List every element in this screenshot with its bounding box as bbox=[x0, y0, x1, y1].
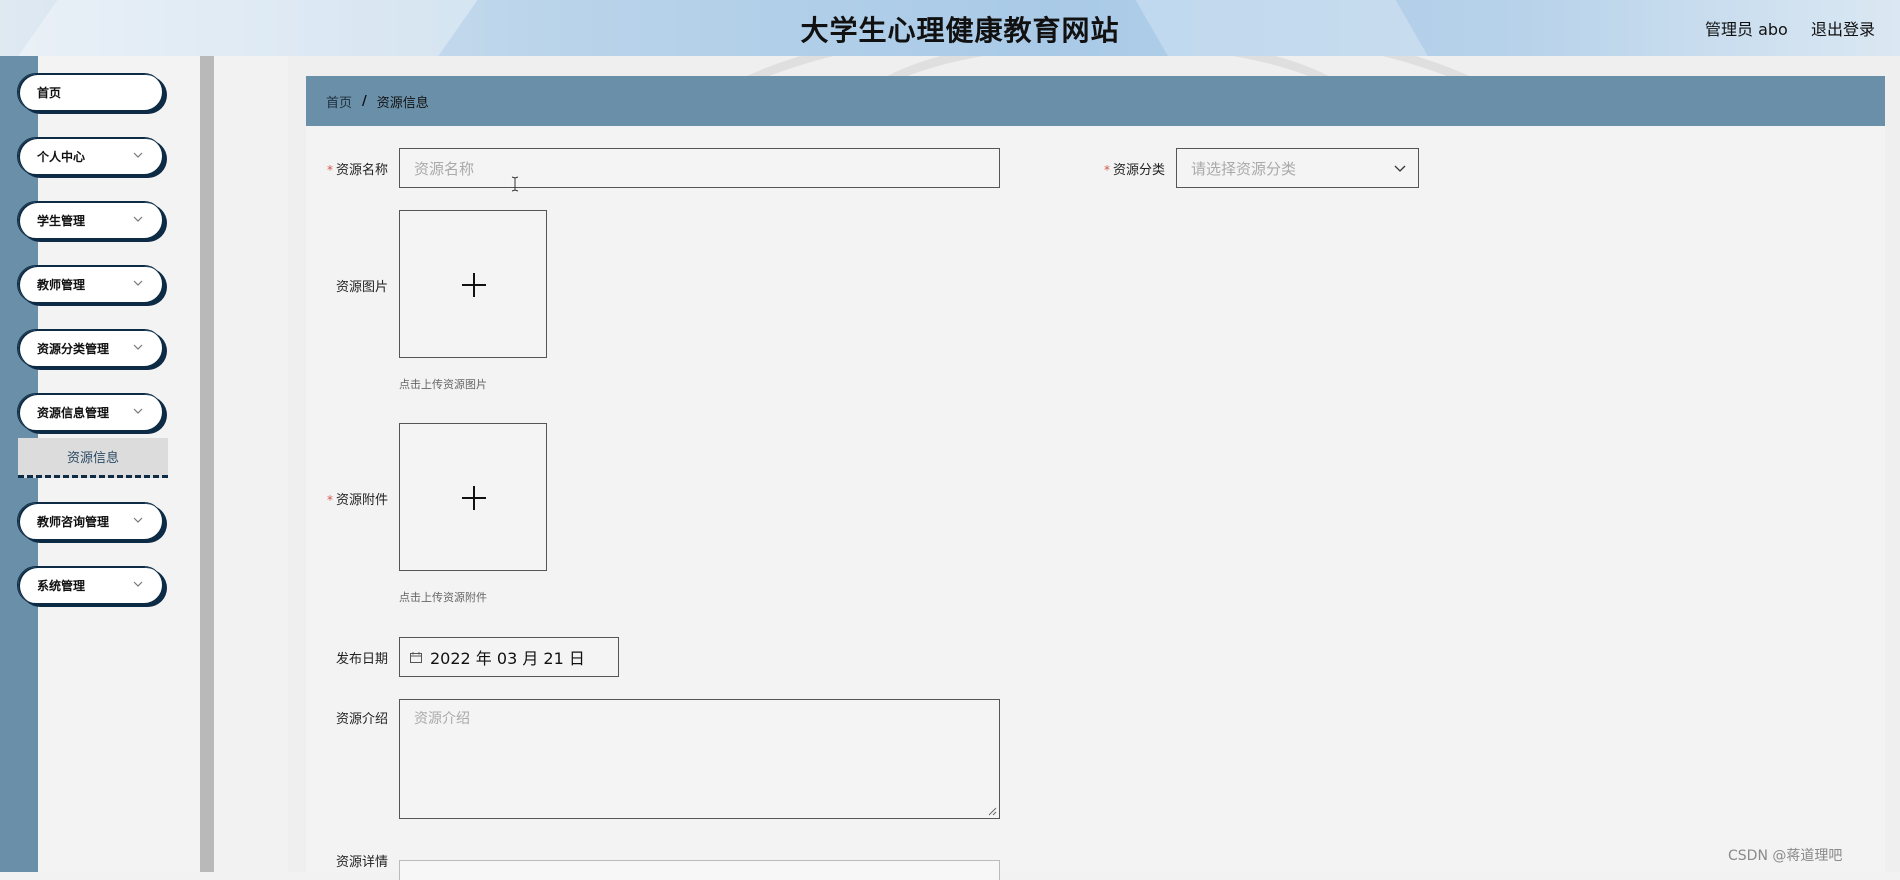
chevron-down-icon bbox=[133, 581, 143, 587]
required-mark: * bbox=[326, 493, 333, 507]
publish-date-picker[interactable]: 2022 年 03 月 21 日 bbox=[399, 637, 619, 677]
breadcrumb-home[interactable]: 首页 bbox=[326, 92, 352, 111]
plus-icon bbox=[473, 486, 475, 510]
required-mark: * bbox=[326, 163, 333, 177]
sidebar-item-label: 教师咨询管理 bbox=[37, 514, 110, 529]
image-upload-button[interactable] bbox=[399, 210, 547, 358]
resource-image-label: 资源图片 bbox=[335, 280, 388, 295]
sidebar-item-teacher-management[interactable]: 教师管理 bbox=[17, 265, 163, 303]
attachment-upload-hint: 点击上传资源附件 bbox=[399, 591, 487, 604]
resource-category-label: * 资源分类 bbox=[1103, 163, 1165, 178]
sidebar-item-teacher-consult-management[interactable]: 教师咨询管理 bbox=[17, 502, 163, 540]
top-header: 大学生心理健康教育网站 管理员 abo 退出登录 bbox=[0, 0, 1900, 56]
sidebar-item-label: 系统管理 bbox=[37, 578, 86, 593]
text-cursor-icon bbox=[511, 176, 519, 192]
select-placeholder: 请选择资源分类 bbox=[1191, 159, 1297, 178]
breadcrumb-separator: / bbox=[362, 93, 367, 109]
sidebar-subitem-resource-info[interactable]: 资源信息 bbox=[18, 438, 168, 478]
site-title: 大学生心理健康教育网站 bbox=[800, 14, 1120, 47]
publish-date-label: 发布日期 bbox=[335, 652, 388, 667]
sidebar-item-label: 资源信息管理 bbox=[37, 405, 110, 420]
breadcrumb-current: 资源信息 bbox=[376, 95, 429, 111]
chevron-down-icon bbox=[133, 216, 143, 222]
watermark: CSDN @蒋道理吧 bbox=[1728, 848, 1843, 864]
chevron-down-icon bbox=[133, 517, 143, 523]
chevron-down-icon bbox=[1394, 165, 1406, 172]
calendar-icon bbox=[410, 651, 422, 663]
chevron-down-icon bbox=[133, 344, 143, 350]
attachment-upload-button[interactable] bbox=[399, 423, 547, 571]
sidebar-item-label: 个人中心 bbox=[37, 149, 86, 164]
required-mark: * bbox=[1103, 163, 1110, 177]
resource-intro-label: 资源介绍 bbox=[335, 712, 388, 727]
sidebar-subitem-label: 资源信息 bbox=[66, 451, 119, 466]
sidebar-item-resource-info-management[interactable]: 资源信息管理 bbox=[17, 393, 163, 431]
logout-link[interactable]: 退出登录 bbox=[1811, 16, 1875, 40]
sidebar-item-label: 资源分类管理 bbox=[37, 341, 110, 356]
publish-date-value: 2022 年 03 月 21 日 bbox=[430, 649, 585, 668]
breadcrumb: 首页 / 资源信息 bbox=[306, 76, 1885, 126]
image-upload-hint: 点击上传资源图片 bbox=[399, 378, 487, 391]
plus-icon bbox=[473, 273, 475, 297]
resource-name-label: * 资源名称 bbox=[326, 163, 388, 178]
sidebar-item-label: 首页 bbox=[37, 85, 62, 100]
current-user: 管理员 abo bbox=[1705, 20, 1788, 39]
textarea-placeholder: 资源介绍 bbox=[414, 711, 470, 727]
chevron-down-icon bbox=[133, 280, 143, 286]
resource-detail-label: 资源详情 bbox=[335, 855, 388, 870]
sidebar-item-personal-center[interactable]: 个人中心 bbox=[17, 137, 163, 175]
resource-category-select[interactable]: 请选择资源分类 bbox=[1176, 148, 1419, 188]
resource-name-input[interactable]: 资源名称 bbox=[399, 148, 1000, 188]
resize-grip-icon[interactable] bbox=[988, 807, 997, 816]
sidebar-divider bbox=[200, 56, 214, 872]
sidebar-item-resource-category-management[interactable]: 资源分类管理 bbox=[17, 329, 163, 367]
sidebar-item-student-management[interactable]: 学生管理 bbox=[17, 201, 163, 239]
resource-attachment-label: * 资源附件 bbox=[326, 493, 388, 508]
sidebar-item-system-management[interactable]: 系统管理 bbox=[17, 566, 163, 604]
resource-detail-editor[interactable] bbox=[399, 860, 1000, 880]
chevron-down-icon bbox=[133, 408, 143, 414]
resource-intro-textarea[interactable]: 资源介绍 bbox=[399, 699, 1000, 819]
chevron-down-icon bbox=[133, 152, 143, 158]
sidebar-item-home[interactable]: 首页 bbox=[17, 73, 163, 111]
sidebar-item-label: 学生管理 bbox=[37, 213, 86, 228]
sidebar-item-label: 教师管理 bbox=[37, 277, 86, 292]
